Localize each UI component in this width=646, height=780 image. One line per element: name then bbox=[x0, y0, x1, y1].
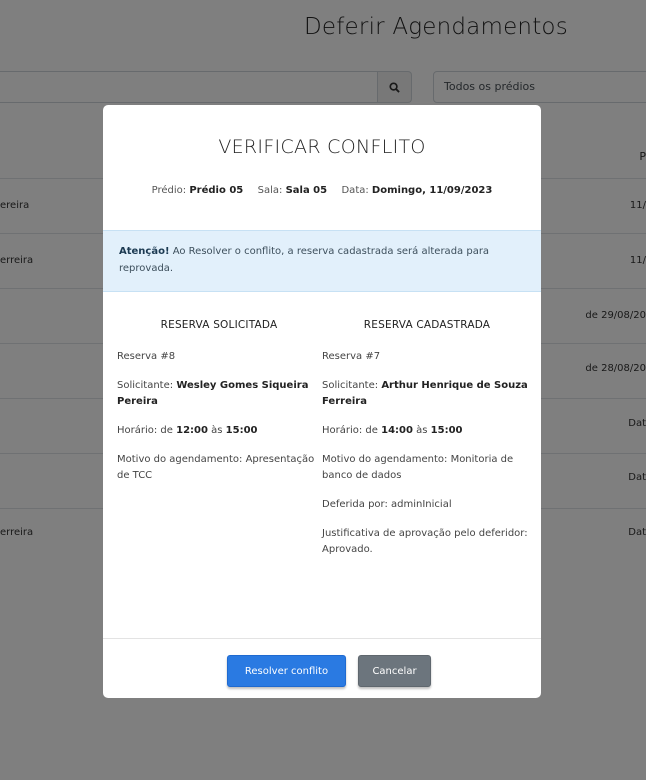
requested-heading: RESERVA SOLICITADA bbox=[160, 319, 278, 331]
room-value: Sala 05 bbox=[285, 185, 328, 196]
alert-strong: Atenção! bbox=[119, 246, 170, 257]
requested-reservation-id: Reserva #8 bbox=[117, 351, 176, 362]
building-label: Prédio: bbox=[151, 185, 187, 196]
registered-requester: Solicitante: Arthur Henrique de Souza Fe… bbox=[322, 378, 532, 410]
approved-by: Deferida por: adminInicial bbox=[322, 499, 452, 510]
cancel-button[interactable]: Cancelar bbox=[358, 655, 431, 687]
registered-reservation-id: Reserva #7 bbox=[322, 351, 381, 362]
registered-reservation-column: RESERVA CADASTRADA Reserva #7 Solicitant… bbox=[322, 319, 532, 571]
time-end: 15:00 bbox=[430, 425, 463, 436]
requested-requester: Solicitante: Wesley Gomes Siqueira Perei… bbox=[117, 378, 321, 410]
requester-label: Solicitante: bbox=[117, 380, 177, 391]
approval-justification: Justificativa de aprovação pelo deferido… bbox=[322, 528, 528, 555]
time-label: Horário: de bbox=[322, 425, 382, 436]
modal-title: VERIFICAR CONFLITO bbox=[218, 136, 426, 158]
conflict-modal: VERIFICAR CONFLITO Prédio: Prédio 05 Sal… bbox=[103, 105, 541, 698]
date-value: Domingo, 11/09/2023 bbox=[371, 185, 493, 196]
resolve-conflict-button[interactable]: Resolver conflito bbox=[227, 655, 346, 687]
registered-time: Horário: de 14:00 às 15:00 bbox=[322, 423, 532, 439]
date-label: Data: bbox=[341, 185, 369, 196]
registered-reason: Motivo do agendamento: Monitoria de banc… bbox=[322, 454, 514, 481]
requested-reservation-column: RESERVA SOLICITADA Reserva #8 Solicitant… bbox=[117, 319, 321, 497]
room-label: Sala: bbox=[257, 185, 283, 196]
time-start: 14:00 bbox=[381, 425, 413, 436]
alert-text: Ao Resolver o conflito, a reserva cadast… bbox=[119, 246, 490, 274]
time-label: Horário: de bbox=[117, 425, 177, 436]
time-end: 15:00 bbox=[225, 425, 258, 436]
requested-reason: Motivo do agendamento: Apresentação de T… bbox=[117, 454, 315, 481]
reservation-summary: Prédio: Prédio 05 Sala: Sala 05 Data: Do… bbox=[103, 185, 541, 196]
time-mid: às bbox=[207, 425, 226, 436]
time-mid: às bbox=[412, 425, 431, 436]
registered-heading: RESERVA CADASTRADA bbox=[363, 319, 491, 331]
requested-time: Horário: de 12:00 às 15:00 bbox=[117, 423, 321, 439]
building-value: Prédio 05 bbox=[189, 185, 244, 196]
modal-footer: Resolver conflito Cancelar bbox=[103, 638, 541, 698]
warning-alert: Atenção! Ao Resolver o conflito, a reser… bbox=[103, 230, 541, 292]
requester-label: Solicitante: bbox=[322, 380, 382, 391]
time-start: 12:00 bbox=[176, 425, 208, 436]
